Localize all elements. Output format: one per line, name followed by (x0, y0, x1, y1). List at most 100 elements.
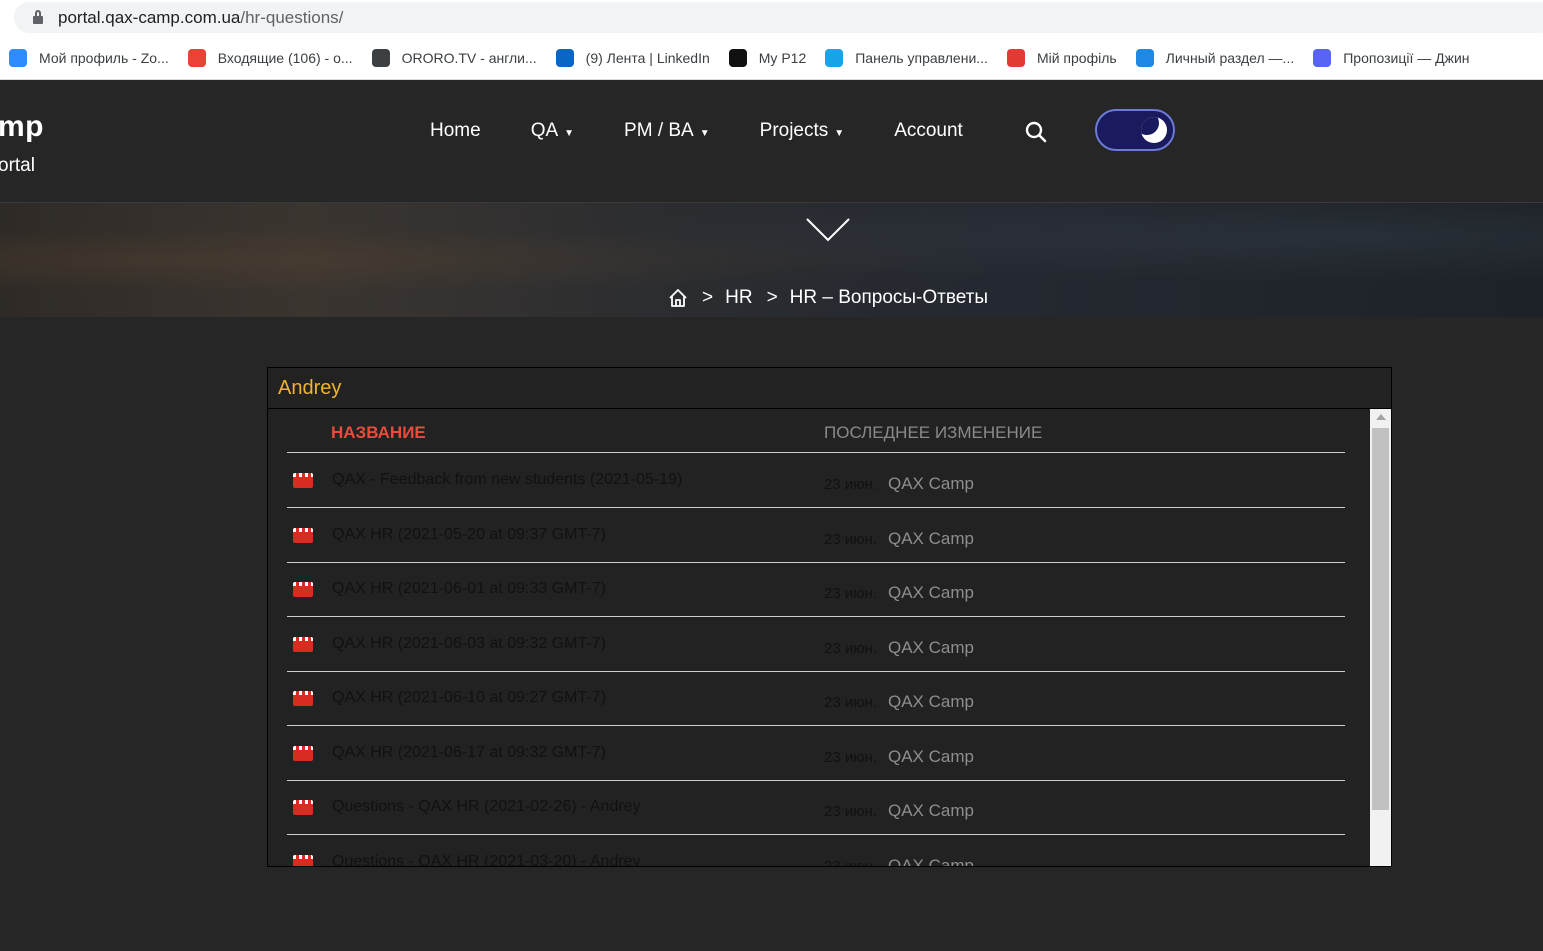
url-host: portal.qax-camp.com.ua (58, 7, 241, 27)
breadcrumb-separator: > (766, 287, 778, 308)
bookmark-label: Пропозиції — Джин (1343, 50, 1470, 66)
nav-item-pm-ba[interactable]: PM / BA ▼ (624, 120, 710, 142)
main-nav: Home QA ▼ PM / BA ▼ Projects ▼ Account (430, 120, 1013, 142)
bookmark-item[interactable]: Мій профіль (1006, 49, 1117, 67)
home-icon[interactable] (668, 288, 688, 308)
bookmark-label: Мой профиль - Zo... (39, 50, 169, 66)
file-row[interactable]: Questions - QAX HR (2021-03-20) - Andrey… (287, 835, 1345, 867)
bookmark-label: (9) Лента | LinkedIn (585, 50, 710, 66)
nav-item-label: PM / BA (624, 120, 694, 141)
bookmark-label: ORORO.TV - англи... (401, 50, 537, 66)
linkedin-icon (555, 49, 574, 67)
caret-down-icon: ▼ (564, 127, 575, 139)
file-name[interactable]: QAX HR (2021-06-01 at 09:33 GMT-7) (332, 580, 606, 598)
file-row[interactable]: QAX HR (2021-06-10 at 09:27 GMT-7) 23 июн… (287, 671, 1345, 726)
video-file-icon (293, 691, 313, 706)
dashboard-icon (825, 49, 844, 67)
file-date: 23 июн. (824, 803, 877, 820)
target-icon (1135, 49, 1154, 67)
url-path: /hr-questions/ (240, 7, 344, 27)
file-name[interactable]: QAX HR (2021-06-03 at 09:32 GMT-7) (332, 635, 606, 653)
site-header: mp ortal Home QA ▼ PM / BA ▼ Projects ▼ Account (0, 80, 1543, 203)
scrollbar[interactable] (1370, 409, 1391, 866)
nav-item-label: QA (530, 120, 559, 141)
file-author: QAX Camp (888, 801, 974, 820)
ororo-icon (371, 49, 390, 67)
folder-panel: Andrey НАЗВАНИЕ ПОСЛЕДНЕЕ ИЗМЕНЕНИЕ QAX … (267, 367, 1392, 867)
djinni-icon (1313, 49, 1332, 67)
nav-item-label: Home (430, 120, 481, 141)
video-file-icon (293, 582, 313, 597)
file-author: QAX Camp (888, 474, 974, 493)
url-text: portal.qax-camp.com.ua/hr-questions/ (58, 8, 343, 28)
file-row[interactable]: Questions - QAX HR (2021-02-26) - Andrey… (287, 780, 1345, 835)
file-list: НАЗВАНИЕ ПОСЛЕДНЕЕ ИЗМЕНЕНИЕ QAX - Feedb… (268, 409, 1370, 866)
panel-title: Andrey (268, 368, 1391, 409)
p12-icon (728, 49, 747, 67)
file-name[interactable]: QAX - Feedback from new students (2021-0… (332, 471, 682, 489)
video-file-icon (293, 636, 313, 652)
video-file-icon (293, 473, 313, 488)
nav-item-qa[interactable]: QA ▼ (531, 120, 574, 142)
file-row[interactable]: QAX HR (2021-06-17 at 09:32 GMT-7) 23 июн… (287, 726, 1345, 781)
search-icon[interactable] (1025, 121, 1047, 143)
bookmark-item[interactable]: Панель управлени... (825, 49, 988, 67)
caret-down-icon: ▼ (699, 127, 710, 139)
bookmark-label: Входящие (106) - o... (217, 50, 353, 66)
bookmark-item[interactable]: Входящие (106) - o... (187, 49, 353, 67)
breadcrumb-hr[interactable]: HR (725, 287, 752, 309)
scroll-up-arrow[interactable] (1376, 414, 1386, 420)
bookmark-item[interactable]: (9) Лента | LinkedIn (555, 49, 710, 67)
browser-address-bar: portal.qax-camp.com.ua/hr-questions/ (0, 0, 1543, 37)
file-row[interactable]: QAX HR (2021-05-20 at 09:37 GMT-7) 23 июн… (287, 508, 1345, 563)
column-header-name[interactable]: НАЗВАНИЕ (331, 423, 426, 443)
bookmark-label: Панель управлени... (855, 50, 988, 66)
nav-item-home[interactable]: Home (430, 120, 481, 142)
scroll-thumb[interactable] (1372, 428, 1389, 810)
video-file-icon (293, 527, 313, 543)
nav-item-account[interactable]: Account (894, 120, 963, 142)
file-name[interactable]: QAX HR (2021-06-17 at 09:32 GMT-7) (332, 744, 606, 762)
bookmark-item[interactable]: Личный раздел —... (1135, 49, 1294, 67)
file-date: 23 июн. (824, 585, 877, 602)
file-row[interactable]: QAX HR (2021-06-01 at 09:33 GMT-7) 23 июн… (287, 562, 1345, 617)
logo-subtitle[interactable]: ortal (0, 155, 35, 177)
logo-title[interactable]: mp (0, 110, 44, 144)
bookmark-item[interactable]: Мой профиль - Zo... (9, 49, 169, 67)
file-author: QAX Camp (888, 583, 974, 602)
file-row[interactable]: QAX - Feedback from new students (2021-0… (287, 453, 1345, 508)
file-author: QAX Camp (888, 855, 974, 867)
file-name[interactable]: Questions - QAX HR (2021-02-26) - Andrey (332, 798, 641, 816)
chevron-down-icon[interactable] (806, 218, 850, 242)
file-name[interactable]: QAX HR (2021-06-10 at 09:27 GMT-7) (332, 689, 606, 707)
breadcrumb: > HR > HR – Вопросы-Ответы (668, 287, 988, 309)
file-author: QAX Camp (888, 528, 974, 548)
video-file-icon (293, 854, 313, 866)
column-header-modified[interactable]: ПОСЛЕДНЕЕ ИЗМЕНЕНИЕ (824, 423, 1042, 443)
file-name[interactable]: Questions - QAX HR (2021-03-20) - Andrey (332, 853, 641, 867)
nav-item-label: Account (894, 120, 963, 141)
zoom-icon (9, 49, 27, 67)
bookmark-label: Мій профіль (1036, 50, 1117, 66)
bookmarks-bar: Мой профиль - Zo... Входящие (106) - o...… (0, 37, 1543, 80)
bookmark-item[interactable]: ORORO.TV - англи... (371, 49, 537, 67)
file-date: 23 июн. (824, 748, 877, 766)
file-date: 23 июн. (824, 857, 877, 867)
video-file-icon (293, 745, 313, 761)
file-row[interactable]: QAX HR (2021-06-03 at 09:32 GMT-7) 23 июн… (287, 617, 1345, 672)
file-name[interactable]: QAX HR (2021-05-20 at 09:37 GMT-7) (332, 526, 606, 544)
url-field[interactable]: portal.qax-camp.com.ua/hr-questions/ (14, 2, 1543, 33)
bookmark-item[interactable]: My P12 (728, 49, 806, 67)
file-author: QAX Camp (888, 692, 974, 711)
gmail-icon (187, 49, 206, 67)
file-date: 23 июн. (824, 639, 877, 657)
breadcrumb-separator: > (702, 287, 714, 308)
bookmark-item[interactable]: Пропозиції — Джин (1313, 49, 1470, 67)
nav-item-projects[interactable]: Projects ▼ (760, 120, 845, 142)
dark-mode-toggle[interactable] (1095, 109, 1175, 151)
file-date: 23 июн. (824, 530, 877, 548)
file-date: 23 июн. (824, 476, 877, 493)
caret-down-icon: ▼ (834, 127, 845, 139)
r-icon (1006, 49, 1025, 67)
lock-icon[interactable] (33, 9, 43, 24)
